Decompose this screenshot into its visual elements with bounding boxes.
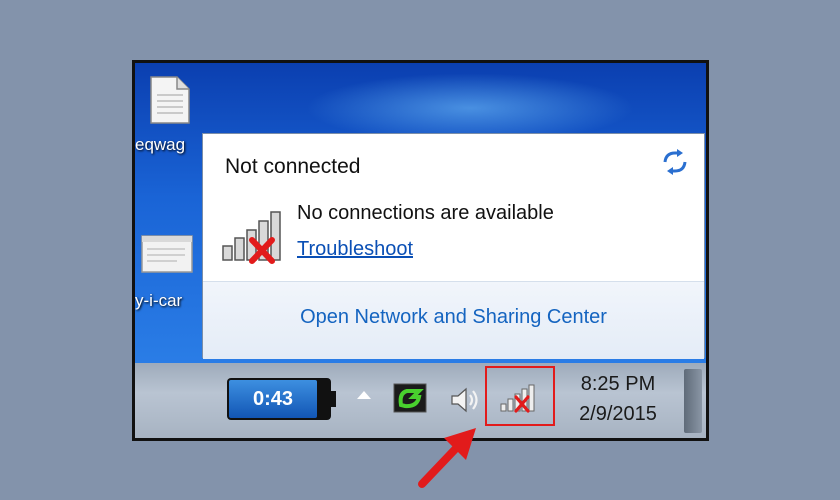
connection-status-message: No connections are available xyxy=(297,202,554,224)
battery-indicator[interactable]: 0:43 xyxy=(227,378,336,420)
red-pointer-arrow-icon xyxy=(414,424,484,494)
show-hidden-icons-chevron-up-icon[interactable] xyxy=(357,391,371,399)
clock-date: 2/9/2015 xyxy=(579,403,657,425)
speaker-volume-icon[interactable] xyxy=(449,385,483,420)
popup-footer: Open Network and Sharing Center xyxy=(203,281,704,359)
show-desktop-button[interactable] xyxy=(684,369,702,433)
system-clock[interactable]: 8:25 PM 2/9/2015 xyxy=(559,369,677,429)
clock-time: 8:25 PM xyxy=(580,373,656,395)
network-status-popup: Not connected No connections are availab… xyxy=(202,133,705,359)
troubleshoot-link[interactable]: Troubleshoot xyxy=(297,238,413,261)
popup-title: Not connected xyxy=(225,155,361,178)
image-file-icon[interactable] xyxy=(141,235,193,278)
desktop-icon-label-1: eqwag xyxy=(135,135,186,154)
document-icon[interactable] xyxy=(149,75,191,130)
network-no-connection-icon xyxy=(221,208,285,266)
network-no-connection-tray-icon[interactable] xyxy=(499,384,539,419)
green-app-tray-icon[interactable] xyxy=(393,383,427,418)
desktop-icon-label-2: y-i-car xyxy=(135,291,183,310)
open-network-sharing-center-link[interactable]: Open Network and Sharing Center xyxy=(203,306,704,329)
popup-content: Not connected No connections are availab… xyxy=(203,134,704,281)
refresh-icon[interactable] xyxy=(660,148,690,176)
battery-tip xyxy=(331,391,336,407)
battery-time: 0:43 xyxy=(229,380,317,418)
